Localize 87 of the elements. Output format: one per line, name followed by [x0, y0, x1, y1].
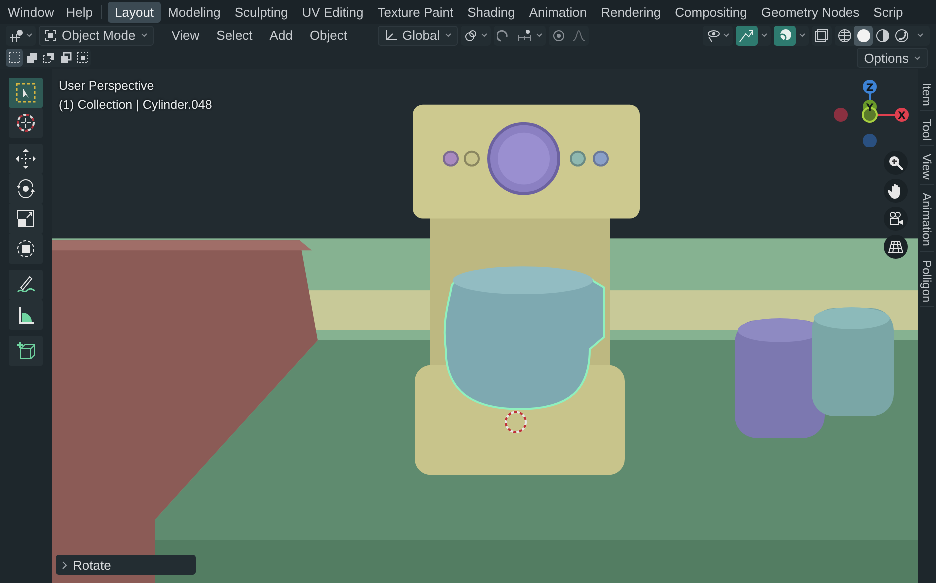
tool-button[interactable]: [9, 336, 43, 366]
wireframe-icon: [838, 28, 852, 42]
shading-button[interactable]: [854, 26, 873, 46]
axes-icon: [384, 28, 398, 42]
tool-button[interactable]: [9, 270, 43, 300]
sidebar-tab[interactable]: View: [920, 150, 934, 186]
chevron-icon: [481, 33, 488, 38]
xray-icon: [815, 28, 829, 42]
overlay-toggle[interactable]: [774, 26, 796, 46]
workspace-tab[interactable]: Scrip: [866, 2, 910, 22]
object-info: (1) Collection | Cylinder.048: [59, 98, 212, 112]
last-operator-panel[interactable]: Rotate: [56, 555, 196, 575]
workspace-tab[interactable]: Geometry Nodes: [754, 2, 867, 22]
header-menu[interactable]: Object: [302, 28, 355, 43]
tool-button[interactable]: [9, 144, 43, 174]
editor-type-button[interactable]: [6, 26, 36, 46]
chevron-icon: [917, 33, 924, 38]
select-box-icon: [15, 82, 37, 104]
selection-mode-button[interactable]: [6, 49, 23, 67]
sidebar-tab[interactable]: Polligon: [920, 256, 934, 308]
last-operator-label: Rotate: [73, 558, 112, 572]
menu-item[interactable]: Window: [2, 2, 60, 22]
workspace-tab[interactable]: Animation: [522, 2, 594, 22]
selection-mode-icon: [26, 52, 38, 64]
falloff-curve-icon: [572, 28, 586, 42]
gizmo-icon: [739, 28, 755, 42]
half-sphere-icon: [876, 28, 890, 42]
cursor-icon: [15, 112, 37, 134]
pivot-icon: [464, 28, 478, 42]
axis-label: Y: [866, 103, 874, 114]
camera-icon: [888, 211, 904, 227]
object-icon: [45, 30, 57, 42]
selection-mode-icon: [42, 52, 54, 64]
workspace-tab[interactable]: Texture Paint: [370, 2, 461, 22]
mode-dropdown[interactable]: Object Mode: [39, 26, 154, 46]
workspace-tab[interactable]: Layout: [108, 2, 162, 22]
pivot-button[interactable]: [461, 26, 492, 46]
transform-icon: [15, 238, 37, 260]
selection-mode-icon: [60, 52, 72, 64]
chevron-icon: [914, 56, 921, 60]
rendered-sphere-icon: [894, 28, 908, 42]
workspace-tab[interactable]: Rendering: [594, 2, 668, 22]
view-name: User Perspective: [59, 79, 156, 93]
chevron-icon: [723, 33, 730, 38]
sidebar-tab[interactable]: Item: [920, 79, 934, 112]
workspace-tab[interactable]: Modeling: [161, 2, 228, 22]
selection-mode-icon: [8, 52, 20, 64]
chevron-icon: [62, 560, 68, 570]
options-dropdown[interactable]: Options: [857, 48, 928, 68]
scale-icon: [15, 208, 37, 230]
chevron-icon: [140, 33, 148, 38]
menu-item[interactable]: Help: [60, 2, 99, 22]
header-menu[interactable]: Add: [262, 28, 300, 43]
3d-cursor-icon: [505, 411, 527, 434]
header-menu[interactable]: Select: [210, 28, 260, 43]
target-icon: [552, 28, 566, 42]
visibility-button[interactable]: [703, 26, 733, 46]
workspace-tab[interactable]: Sculpting: [228, 2, 296, 22]
move-icon: [15, 148, 37, 170]
gizmo-toggle[interactable]: [736, 26, 758, 46]
tool-button[interactable]: [9, 300, 43, 330]
orientation-dropdown[interactable]: Global: [378, 26, 458, 46]
tool-button[interactable]: [9, 108, 43, 138]
solid-sphere-icon: [856, 28, 870, 42]
chevron-icon: [445, 33, 452, 38]
header-menu[interactable]: View: [164, 28, 207, 43]
add-cube-icon: [15, 340, 37, 362]
chevron-icon: [799, 33, 806, 38]
workspace-tab[interactable]: UV Editing: [295, 2, 371, 22]
eye-icon: [706, 28, 720, 42]
chevron-icon: [761, 33, 768, 38]
zoom-icon: [888, 155, 904, 171]
chevron-icon: [26, 33, 33, 38]
editor-type-icon: [9, 28, 23, 42]
grid-icon: [888, 239, 904, 255]
axis-label: Z: [866, 83, 874, 94]
sidebar-tab[interactable]: Animation: [920, 189, 934, 252]
rotate-icon: [15, 178, 37, 200]
sidebar-tab[interactable]: Tool: [920, 115, 934, 146]
snap-increment-icon: [517, 28, 534, 42]
tool-button[interactable]: [9, 234, 43, 264]
workspace-tab[interactable]: Compositing: [668, 2, 754, 22]
chevron-icon: [536, 33, 544, 38]
axis-label: X: [898, 111, 906, 122]
workspace-tab[interactable]: Shading: [460, 2, 522, 22]
xray-button[interactable]: [812, 26, 832, 46]
selection-mode-icon: [76, 52, 88, 64]
